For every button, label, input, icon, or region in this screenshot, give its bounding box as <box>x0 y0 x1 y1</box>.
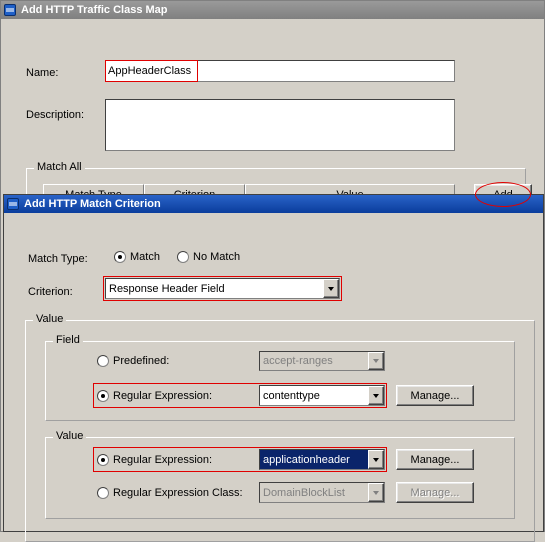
chevron-down-icon[interactable] <box>368 386 384 405</box>
value-regex-class-manage-button: Manage... <box>396 482 474 503</box>
description-label: Description: <box>26 109 85 121</box>
radio-dot-field-predefined <box>97 355 109 367</box>
radio-no-match[interactable]: No Match <box>177 251 240 263</box>
radio-label-field-predefined: Predefined: <box>113 355 170 367</box>
radio-field-regex[interactable]: Regular Expression: <box>97 390 212 402</box>
radio-field-predefined[interactable]: Predefined: <box>97 355 169 367</box>
radio-match[interactable]: Match <box>114 251 160 263</box>
chevron-down-icon[interactable] <box>323 279 339 298</box>
criterion-combobox-value: Response Header Field <box>109 282 225 295</box>
value-regex-manage-button[interactable]: Manage... <box>396 449 474 470</box>
field-regex-value: contenttype <box>263 389 320 402</box>
radio-dot-value-regex <box>97 454 109 466</box>
radio-label-no-match: No Match <box>193 251 241 263</box>
match-all-group-title: Match All <box>34 161 85 173</box>
radio-value-regex[interactable]: Regular Expression: <box>97 454 212 466</box>
criterion-combobox[interactable]: Response Header Field <box>105 278 340 299</box>
value-regex-combobox[interactable]: applicationheader <box>259 449 385 470</box>
app-window-icon <box>6 197 20 211</box>
titlebar-class-map[interactable]: Add HTTP Traffic Class Map <box>1 1 544 19</box>
value-regex-class-combobox: DomainBlockList <box>259 482 385 503</box>
radio-label-value-regex-class: Regular Expression Class: <box>113 487 243 499</box>
field-predefined-combobox: accept-ranges <box>259 351 385 371</box>
chevron-down-icon <box>368 483 384 502</box>
description-textarea[interactable] <box>105 99 455 151</box>
value-regex-value: applicationheader <box>260 450 368 469</box>
radio-label-value-regex: Regular Expression: <box>113 454 213 466</box>
radio-label-match: Match <box>130 251 160 263</box>
window-add-http-match-criterion: Add HTTP Match Criterion Match Type: Mat… <box>3 194 544 542</box>
value-group-title: Value <box>33 313 67 325</box>
radio-label-field-regex: Regular Expression: <box>113 390 213 402</box>
value-inner-group-title: Value <box>53 430 87 442</box>
chevron-down-icon <box>368 352 384 370</box>
field-regex-combobox[interactable]: contenttype <box>259 385 385 406</box>
radio-dot-no-match <box>177 251 189 263</box>
radio-dot-field-regex <box>97 390 109 402</box>
criterion-label: Criterion: <box>28 286 73 298</box>
match-type-label: Match Type: <box>28 253 88 265</box>
app-window-icon <box>3 3 17 17</box>
window-title-match-criterion: Add HTTP Match Criterion <box>24 198 161 210</box>
chevron-down-icon[interactable] <box>368 450 384 469</box>
radio-dot-value-regex-class <box>97 487 109 499</box>
field-regex-manage-button[interactable]: Manage... <box>396 385 474 406</box>
window-title-class-map: Add HTTP Traffic Class Map <box>21 4 168 16</box>
radio-dot-match <box>114 251 126 263</box>
name-input[interactable] <box>105 60 455 82</box>
radio-value-regex-class[interactable]: Regular Expression Class: <box>97 487 243 499</box>
field-predefined-value: accept-ranges <box>263 355 333 367</box>
value-regex-class-value: DomainBlockList <box>263 486 345 499</box>
name-label: Name: <box>26 67 59 79</box>
titlebar-match-criterion[interactable]: Add HTTP Match Criterion <box>4 195 543 213</box>
field-group-title: Field <box>53 334 83 346</box>
